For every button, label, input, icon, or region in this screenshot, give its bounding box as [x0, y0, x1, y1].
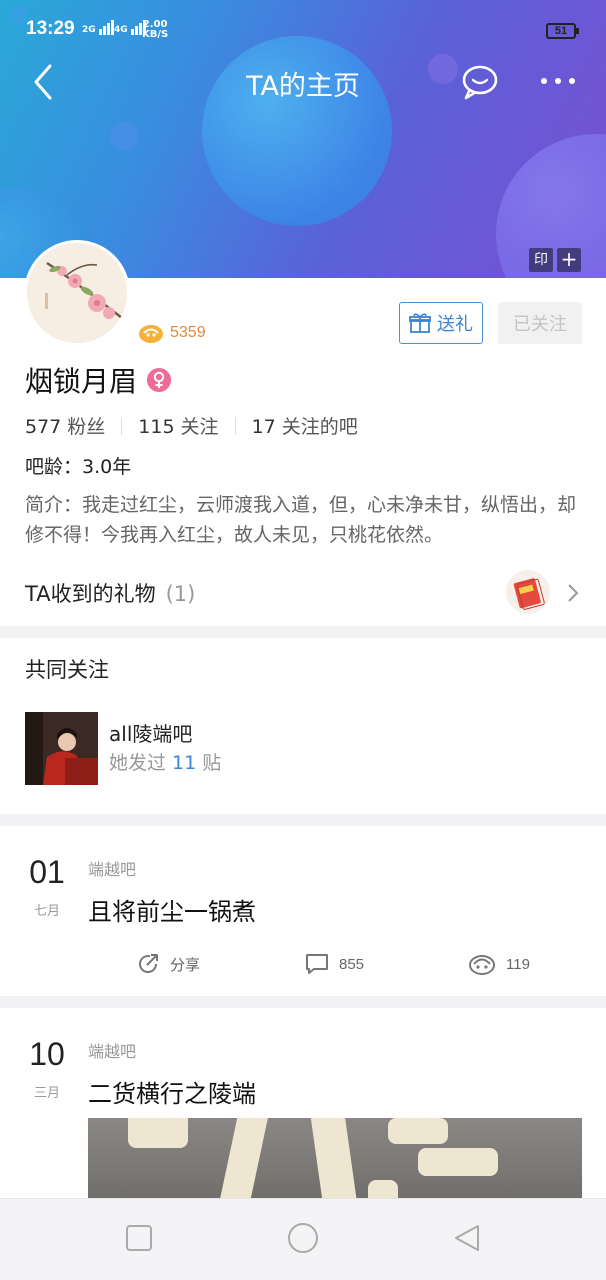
- more-button[interactable]: [538, 66, 578, 96]
- send-gift-button[interactable]: 送礼: [399, 302, 483, 344]
- back-triangle-icon[interactable]: [452, 1223, 482, 1253]
- chevron-right-icon: [568, 584, 579, 602]
- followed-bars-stat[interactable]: 17 关注的吧: [252, 412, 358, 439]
- common-follow-title: 共同关注: [25, 658, 109, 682]
- signal-2g: 2G: [82, 20, 115, 35]
- following-stat[interactable]: 115 关注: [138, 412, 218, 439]
- post-card[interactable]: 01 七月 端越吧 且将前尘一锅煮 分享 855 119: [0, 826, 606, 996]
- post-month: 三月: [33, 1086, 60, 1101]
- post-title[interactable]: 二货横行之陵端: [88, 1074, 256, 1109]
- forum-age: 吧龄：3.0年: [25, 456, 132, 478]
- post-image[interactable]: [88, 1118, 582, 1208]
- network-speed: 2.00 KB/S: [142, 19, 169, 40]
- battery-icon: 51: [546, 23, 579, 39]
- signal-4g-label: 4G: [114, 25, 128, 35]
- signal-bars-icon: [98, 20, 115, 35]
- divider: [121, 416, 123, 435]
- user-name: 烟锁月眉: [25, 360, 172, 400]
- recent-apps-icon[interactable]: [124, 1223, 154, 1253]
- bar-avatar[interactable]: [25, 712, 98, 785]
- share-icon: [139, 954, 158, 973]
- post-title[interactable]: 且将前尘一锅煮: [88, 892, 256, 927]
- level-medal-icon: [139, 325, 163, 343]
- received-gifts-row[interactable]: TA收到的礼物 (1): [0, 570, 606, 616]
- post-day: 01: [29, 854, 65, 890]
- post-day: 10: [29, 1036, 65, 1072]
- bar-name[interactable]: all陵端吧: [109, 718, 192, 747]
- share-button[interactable]: 分享: [136, 952, 200, 976]
- page-title: TA的主页: [246, 71, 360, 102]
- comment-button[interactable]: 855: [305, 952, 364, 976]
- gift-book-icon: [513, 578, 545, 610]
- add-button[interactable]: +: [557, 248, 581, 272]
- common-follow-section: 共同关注 all陵端吧 她发过 11 贴: [0, 638, 606, 814]
- system-navigation-bar: [0, 1198, 606, 1280]
- banner-bubble: [110, 122, 138, 150]
- gift-thumbnail: [506, 570, 550, 614]
- gift-box-icon: [409, 313, 431, 333]
- profile-card: 5359 送礼 已关注 烟锁月眉 577 粉丝 115 关注 17 关注的吧 吧龄：3…: [0, 240, 606, 626]
- send-gift-label: 送礼: [437, 314, 473, 335]
- bar-avatar-image: [25, 712, 98, 785]
- female-icon: [147, 368, 172, 392]
- level-badge[interactable]: 5359: [138, 320, 206, 346]
- status-time: 13:29: [26, 18, 75, 39]
- fans-stat[interactable]: 577 粉丝: [25, 412, 105, 439]
- followed-button[interactable]: 已关注: [498, 302, 582, 344]
- bar-post-count: 她发过 11 贴: [109, 752, 222, 774]
- received-gifts-count: (1): [165, 582, 196, 606]
- message-button[interactable]: [460, 62, 500, 102]
- level-value: 5359: [170, 324, 206, 341]
- more-dots-icon: [541, 78, 575, 84]
- user-bio: 简介：我走过红尘，云师渡我入道，但，心未净未甘，纵悟出，却修不得！今我再入红尘，…: [25, 494, 577, 546]
- user-stats: 577 粉丝 115 关注 17 关注的吧: [25, 412, 358, 439]
- post-month: 七月: [33, 904, 60, 919]
- divider: [234, 416, 236, 435]
- post-card[interactable]: 10 三月 端越吧 二货横行之陵端: [0, 1008, 606, 1208]
- peach-blossom-avatar-image: [27, 243, 127, 343]
- signal-2g-label: 2G: [82, 25, 96, 35]
- comment-icon: [306, 954, 328, 974]
- like-icon: [469, 955, 495, 975]
- received-gifts-title: TA收到的礼物 (1): [25, 582, 196, 606]
- stamp-button[interactable]: 印: [529, 248, 553, 272]
- post-forum[interactable]: 端越吧: [88, 1038, 136, 1062]
- like-button[interactable]: 119: [468, 952, 530, 976]
- chat-bubble-icon: [462, 65, 498, 100]
- home-icon[interactable]: [286, 1221, 320, 1255]
- profile-banner: 13:29 2G 4G 2.00 KB/S 51 TA的主页 印 +: [0, 0, 606, 278]
- avatar[interactable]: [24, 240, 130, 346]
- post-actions: 分享 855 119: [0, 952, 606, 986]
- user-name-text: 烟锁月眉: [25, 365, 138, 398]
- post-forum[interactable]: 端越吧: [88, 856, 136, 880]
- status-bar: 13:29 2G 4G 2.00 KB/S 51: [0, 0, 606, 60]
